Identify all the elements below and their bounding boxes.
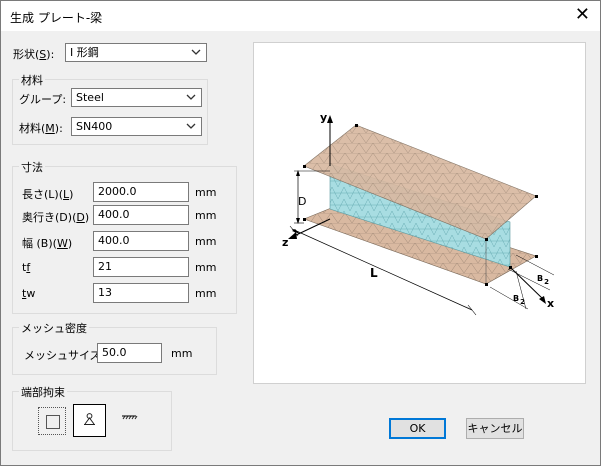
depth-input[interactable]: 400.0 — [93, 205, 189, 225]
group-label: グループ: — [19, 93, 67, 106]
dimensions-group-title: 寸法 — [19, 159, 45, 175]
i-beam-diagram: y z x D L B2 B2 — [282, 111, 555, 316]
shape-label: 形状(S): — [13, 48, 55, 61]
preview-panel: y z x D L B2 B2 — [253, 42, 586, 384]
group-select[interactable]: Steel — [71, 88, 202, 107]
tw-label: tw — [22, 287, 36, 300]
dialog-window: 生成 プレート-梁 ✕ 形状(S): I 形鋼 材料 グループ: Steel 材… — [0, 0, 601, 466]
mesh-group-title: メッシュ密度 — [19, 320, 89, 336]
width-unit: mm — [195, 235, 217, 248]
tf-label: tf — [22, 261, 31, 274]
material-group-title: 材料 — [19, 72, 45, 88]
square-icon — [46, 415, 60, 429]
width-label: 幅 (B)(W) — [22, 237, 73, 250]
chevron-down-icon — [191, 49, 201, 55]
tw-unit: mm — [195, 287, 217, 300]
shape-select[interactable]: I 形鋼 — [65, 43, 207, 62]
length-dim-label: L — [370, 266, 378, 280]
depth-label: 奥行き(D)(D) — [22, 211, 90, 224]
fixed-support-icon — [122, 415, 138, 420]
length-unit: mm — [195, 186, 217, 199]
pin-support-icon — [84, 413, 95, 425]
mesh-size-label: メッシュサイズ — [24, 349, 101, 362]
chevron-down-icon — [186, 94, 196, 100]
cancel-button[interactable]: キャンセル — [466, 418, 524, 439]
half-width-lower-label: B2 — [513, 294, 525, 306]
y-axis-label: y — [320, 111, 327, 124]
material-label: 材料(M): — [19, 122, 63, 135]
shape-select-value: I 形鋼 — [70, 46, 99, 59]
group-select-value: Steel — [76, 91, 104, 104]
depth-unit: mm — [195, 209, 217, 222]
close-icon[interactable]: ✕ — [575, 5, 590, 25]
depth-dim-label: D — [298, 195, 306, 208]
x-axis-label: x — [547, 297, 554, 310]
tf-unit: mm — [195, 261, 217, 274]
chevron-down-icon — [186, 123, 196, 129]
width-input[interactable]: 400.0 — [93, 231, 189, 251]
ok-button[interactable]: OK — [389, 418, 446, 439]
dialog-title: 生成 プレート-梁 — [10, 11, 103, 25]
mesh-size-unit: mm — [171, 347, 193, 360]
title-bar: 生成 プレート-梁 ✕ — [1, 1, 600, 31]
end-restraint-group-title: 端部拘束 — [19, 384, 67, 400]
length-label: 長さ(L)(L) — [22, 188, 74, 201]
pinned-end-option[interactable] — [73, 404, 106, 437]
material-select-value: SN400 — [76, 120, 113, 133]
tw-input[interactable]: 13 — [93, 283, 189, 303]
tf-input[interactable]: 21 — [93, 257, 189, 277]
material-select[interactable]: SN400 — [71, 117, 202, 136]
length-input[interactable]: 2000.0 — [93, 182, 189, 202]
mesh-size-input[interactable]: 50.0 — [97, 343, 162, 363]
z-axis-label: z — [282, 236, 288, 249]
fixed-end-option[interactable] — [116, 407, 144, 435]
free-end-option[interactable] — [38, 407, 66, 435]
